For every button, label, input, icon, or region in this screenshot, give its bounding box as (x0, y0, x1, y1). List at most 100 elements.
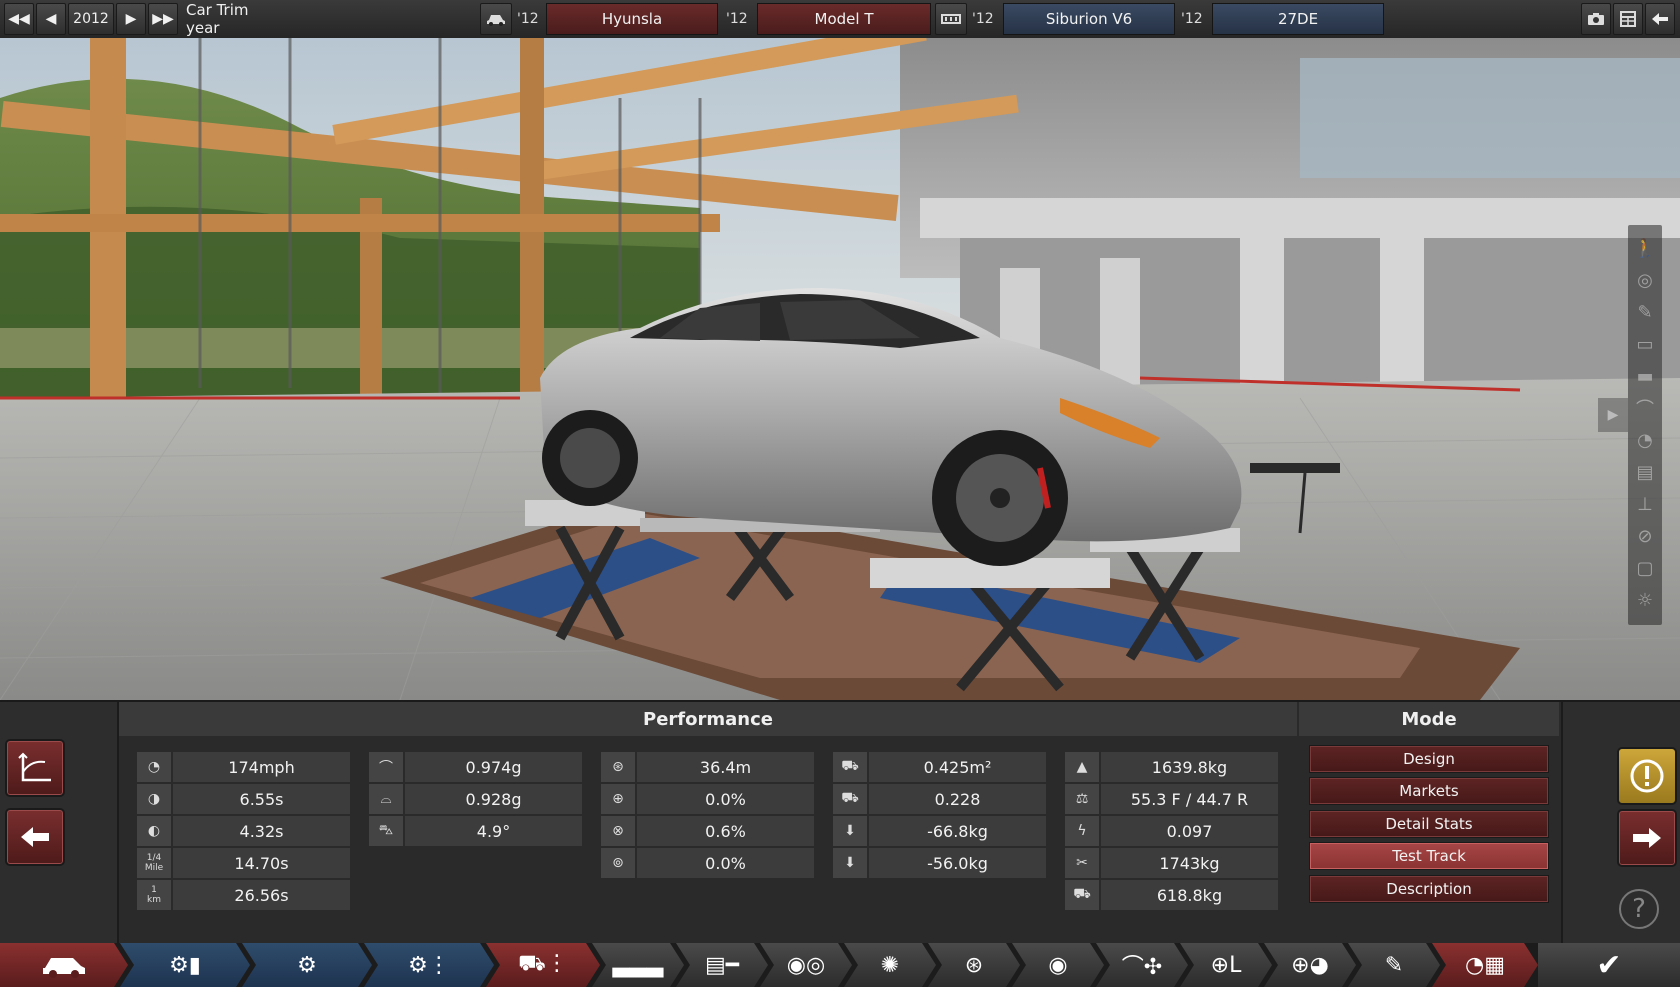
tab-suspension[interactable]: ⚙ (242, 943, 372, 987)
back-arrow-icon (1652, 13, 1668, 25)
tab-testing[interactable]: ◔▦ (1432, 943, 1538, 987)
stat-max-load: ✂ 1743kg (1065, 848, 1278, 878)
light-icon[interactable]: ☼ (1632, 587, 1658, 613)
tab-aero[interactable]: ⌒✣ (1096, 943, 1188, 987)
tab-trim[interactable]: ▤━ (676, 943, 768, 987)
chassis-doc-icon: ⚙▮ (169, 952, 201, 978)
right-actions: ? (1561, 702, 1680, 945)
make-field[interactable]: Hyunsla (546, 3, 718, 35)
year-forward-button[interactable]: ▶ (116, 3, 146, 35)
warning-icon (1630, 759, 1664, 793)
car-front-icon: ⛟ (833, 752, 867, 782)
tab-steering[interactable]: ⊕L (1180, 943, 1272, 987)
fast-back-icon: ◀◀ (8, 11, 30, 27)
camera-button[interactable] (1581, 3, 1611, 35)
exit-button[interactable] (1645, 3, 1675, 35)
mode-test-track-button[interactable]: Test Track (1309, 842, 1549, 870)
fast-forward-button[interactable]: ▶▶ (148, 3, 178, 35)
downforce-rear-icon: ⬇ (833, 848, 867, 878)
wrench-icon: ✂ (1065, 848, 1099, 878)
tab-gearbox[interactable]: ✺ (844, 943, 936, 987)
engine-family-field[interactable]: Siburion V6 (1003, 3, 1175, 35)
mode-design-button[interactable]: Design (1309, 745, 1549, 773)
stat-accel-100: ◑ 6.55s (137, 784, 350, 814)
lift-icon[interactable]: ⊥ (1632, 491, 1658, 517)
tab-headlights[interactable]: ◉◎ (760, 943, 852, 987)
forward-icon: ▶ (125, 11, 137, 27)
trim-icon: ▤━ (704, 952, 740, 978)
walk-icon[interactable]: 🚶 (1632, 235, 1658, 261)
stat-downforce-rear: ⬇ -56.0kg (833, 848, 1046, 878)
tire-icon[interactable]: ⊘ (1632, 523, 1658, 549)
window-icon[interactable]: ▢ (1632, 555, 1658, 581)
stat-frontal-area: ⛟ 0.425m² (833, 752, 1046, 782)
showroom-scene (0, 38, 1680, 700)
car-parts-icon: ⛟⋮ (518, 951, 568, 976)
grille-icon[interactable]: ▤ (1632, 459, 1658, 485)
back-button[interactable] (5, 808, 65, 866)
year-back-button[interactable]: ◀ (36, 3, 66, 35)
car-icon[interactable] (480, 3, 512, 35)
tab-paint[interactable]: ✎ (1348, 943, 1440, 987)
camera-icon (1588, 13, 1604, 25)
downforce-front-icon: ⬇ (833, 816, 867, 846)
stat-towing: ⛟ 618.8kg (1065, 880, 1278, 910)
car-showroom-viewport[interactable]: ▶ 🚶 ◎ ✎ ▭ ▬ ⌒ ◔ ▤ ⊥ ⊘ ▢ ☼ (0, 38, 1680, 700)
wheel-icon: ⊛ (964, 952, 984, 978)
warning-button[interactable] (1617, 747, 1677, 805)
mode-panel: Mode Design Markets Detail Stats Test Tr… (1299, 702, 1559, 945)
spray-icon: ✎ (1384, 952, 1404, 978)
stat-downforce-front: ⬇ -66.8kg (833, 816, 1046, 846)
tab-seats[interactable]: ▃▃▃ (592, 943, 684, 987)
engine-icon[interactable]: ▭ (1632, 331, 1658, 357)
tab-drivetrain[interactable]: ⚙⋮ (364, 943, 494, 987)
headlight-icon: ◉◎ (786, 952, 826, 978)
mode-description-button[interactable]: Description (1309, 875, 1549, 903)
lightning-icon: ϟ (1065, 816, 1099, 846)
engine-icon[interactable] (935, 3, 967, 35)
car-drag-icon: ⛟ (833, 784, 867, 814)
arrow-left-icon (21, 827, 49, 847)
aero-icon: ⌒✣ (1121, 955, 1163, 980)
confirm-button[interactable]: ✔ (1538, 943, 1680, 987)
fast-back-button[interactable]: ◀◀ (4, 3, 34, 35)
side-toolbar: 🚶 ◎ ✎ ▭ ▬ ⌒ ◔ ▤ ⊥ ⊘ ▢ ☼ (1628, 225, 1662, 625)
spray-icon[interactable]: ✎ (1632, 299, 1658, 325)
car-body-icon (41, 952, 87, 978)
graph-axes-icon (18, 752, 51, 782)
performance-title: Performance (119, 702, 1297, 736)
bottom-tab-bar: ⚙▮ ⚙ ⚙⋮ ⛟⋮ ▃▃▃ ▤━ ◉◎ ✺ ⊛ ◉ ⌒✣ ⊕L ⊕◕ ✎ ◔▦… (0, 943, 1680, 987)
brake-icon: ◉ (1048, 952, 1068, 978)
body-roll-icon: ⛍ (369, 816, 403, 846)
tab-wheels[interactable]: ⊛ (928, 943, 1020, 987)
balance-icon: ⚖ (1065, 784, 1099, 814)
tab-interior[interactable]: ⊕◕ (1264, 943, 1356, 987)
stat-quarter-mile: 1/4 Mile 14.70s (137, 848, 350, 878)
tab-chassis[interactable]: ⚙▮ (120, 943, 250, 987)
weight-icon: ▲ (1065, 752, 1099, 782)
car-roof-icon[interactable]: ⌒ (1632, 395, 1658, 421)
bar-icon[interactable]: ▬ (1632, 363, 1658, 389)
mode-detail-stats-button[interactable]: Detail Stats (1309, 810, 1549, 838)
steering-icon: ⊕L (1210, 952, 1242, 978)
model-field[interactable]: Model T (757, 3, 931, 35)
calculator-button[interactable] (1613, 3, 1643, 35)
kilometer-icon: 1 km (137, 880, 171, 910)
next-button[interactable] (1617, 809, 1677, 867)
tab-car-parts[interactable]: ⛟⋮ (486, 943, 600, 987)
car-year-1: '12 (517, 11, 539, 27)
race-flag-icon: ◔▦ (1465, 952, 1505, 978)
mode-markets-button[interactable]: Markets (1309, 777, 1549, 805)
collapse-toolbar-button[interactable]: ▶ (1598, 398, 1628, 432)
wheel-icon[interactable]: ◎ (1632, 267, 1658, 293)
fast-forward-icon: ▶▶ (152, 11, 174, 27)
engine-variant-field[interactable]: 27DE (1212, 3, 1384, 35)
car-side-icon[interactable]: ◔ (1632, 427, 1658, 453)
engine-year-1: '12 (972, 11, 994, 27)
tab-brakes[interactable]: ◉ (1012, 943, 1104, 987)
help-button[interactable]: ? (1619, 889, 1659, 929)
tab-car-body[interactable] (0, 943, 128, 987)
steering-wheel-icon: ⊕ (601, 784, 635, 814)
brake-disc-icon: ⊛ (601, 752, 635, 782)
graph-button[interactable] (5, 739, 65, 797)
